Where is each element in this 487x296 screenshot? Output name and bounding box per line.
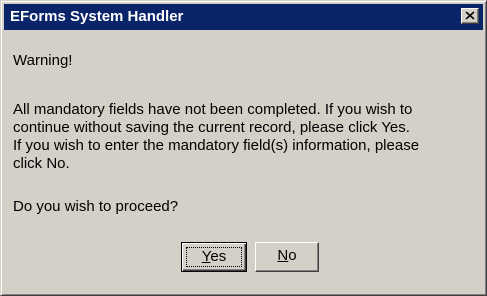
yes-button[interactable]: Yes [181,242,247,272]
warning-heading: Warning! [13,52,73,69]
no-label-rest: o [288,247,297,264]
message-line: continue without saving the current reco… [13,119,410,136]
no-accelerator: N [277,247,289,264]
window-title: EForms System Handler [10,8,184,25]
yes-button-label: Yes [202,248,226,265]
message-line: click No. [13,155,70,172]
no-button-label: No [277,247,296,264]
message-line: If you wish to enter the mandatory field… [13,137,420,154]
proceed-question: Do you wish to proceed? [13,198,179,215]
yes-label-rest: es [210,248,227,265]
message-line: All mandatory fields have not been compl… [13,101,413,118]
dialog-window: EForms System Handler Warning! All manda… [0,0,487,296]
close-button[interactable] [461,8,479,24]
no-button[interactable]: No [255,242,319,272]
close-icon [465,11,475,20]
focus-rectangle: Yes [186,247,242,267]
warning-message: All mandatory fields have not been compl… [13,101,478,173]
title-bar[interactable]: EForms System Handler [4,4,483,30]
